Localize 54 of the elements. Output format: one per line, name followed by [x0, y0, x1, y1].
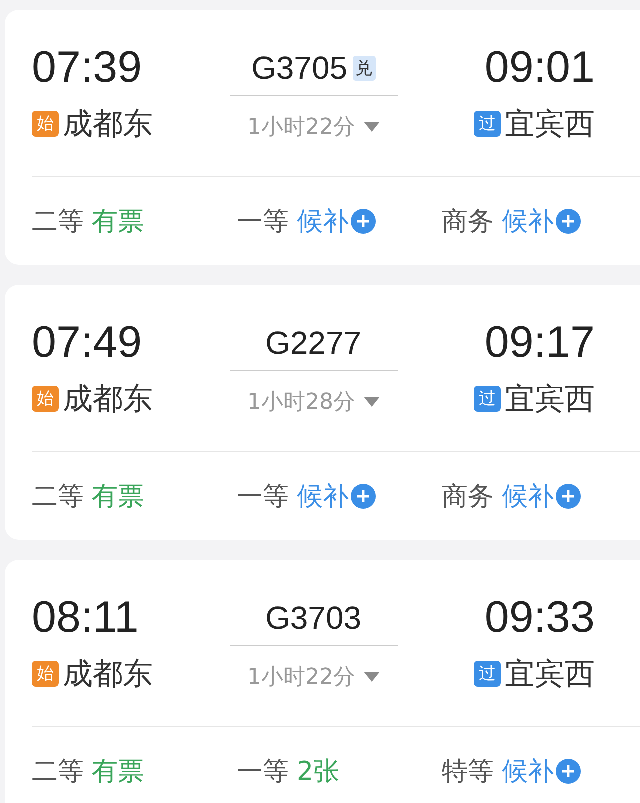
- seat-class: 商务: [442, 206, 494, 238]
- ticket-status: 2张: [297, 756, 340, 788]
- train-tag: 兑: [352, 56, 376, 80]
- plus-icon: [351, 208, 376, 234]
- duration: 1小时28分: [248, 389, 356, 417]
- arrival-time: 09:01: [484, 43, 595, 93]
- dropdown-icon[interactable]: [364, 122, 380, 132]
- train-card[interactable]: 07:39 始 成都东 G3705 兑 1小时22分 09:01 过 宜宾西 二等 有票 一等 候补 商务 候补: [5, 10, 640, 265]
- station-badge: 始: [32, 661, 59, 687]
- arrival-station: 宜宾西: [505, 656, 595, 694]
- station-badge: 过: [474, 661, 501, 687]
- duration: 1小时22分: [248, 664, 356, 692]
- seat-class: 二等: [32, 756, 84, 788]
- departure-station: 成都东: [63, 106, 153, 144]
- train-card[interactable]: 08:11 始 成都东 G3703 1小时22分 09:33 过 宜宾西 二等 有票 一等 2张 特等 候补: [5, 560, 640, 803]
- departure-station: 成都东: [63, 380, 153, 418]
- departure-time: 07:39: [32, 43, 144, 93]
- plus-icon: [351, 484, 376, 508]
- train-number: G3705: [251, 50, 348, 86]
- ticket-status: 有票: [92, 480, 144, 514]
- plus-icon: [556, 208, 581, 234]
- ticket-status: 有票: [92, 206, 144, 238]
- waitlist-button[interactable]: 候补: [502, 204, 581, 238]
- dropdown-icon[interactable]: [364, 397, 380, 407]
- duration: 1小时22分: [248, 114, 356, 142]
- seat-class: 一等: [237, 206, 289, 238]
- seat-class: 商务: [442, 480, 494, 514]
- station-badge: 过: [474, 386, 501, 412]
- arrival-station: 宜宾西: [505, 106, 595, 144]
- departure-time: 08:11: [32, 593, 140, 643]
- waitlist-button[interactable]: 候补: [297, 478, 376, 514]
- seat-class: 一等: [237, 756, 289, 788]
- seat-class: 二等: [32, 480, 84, 514]
- train-number: G3703: [265, 600, 362, 636]
- waitlist-button[interactable]: 候补: [502, 478, 581, 514]
- seat-class: 一等: [237, 480, 289, 514]
- departure-station: 成都东: [63, 656, 153, 694]
- arrival-station: 宜宾西: [505, 380, 595, 418]
- train-number: G2277: [265, 324, 362, 362]
- station-badge: 始: [32, 111, 59, 137]
- arrival-time: 09:17: [484, 318, 595, 368]
- plus-icon: [556, 758, 581, 784]
- plus-icon: [556, 484, 581, 508]
- departure-time: 07:49: [32, 318, 144, 368]
- train-card[interactable]: 07:49 始 成都东 G2277 1小时28分 09:17 过 宜宾西 二等 有票 一等 候补 商务 候补: [5, 285, 640, 540]
- dropdown-icon[interactable]: [364, 672, 380, 682]
- arrival-time: 09:33: [484, 593, 595, 643]
- waitlist-button[interactable]: 候补: [502, 754, 581, 788]
- waitlist-button[interactable]: 候补: [297, 204, 376, 238]
- ticket-status: 有票: [92, 756, 144, 788]
- station-badge: 过: [474, 111, 501, 137]
- station-badge: 始: [32, 386, 59, 412]
- seat-class: 二等: [32, 206, 84, 238]
- seat-class: 特等: [442, 756, 494, 788]
